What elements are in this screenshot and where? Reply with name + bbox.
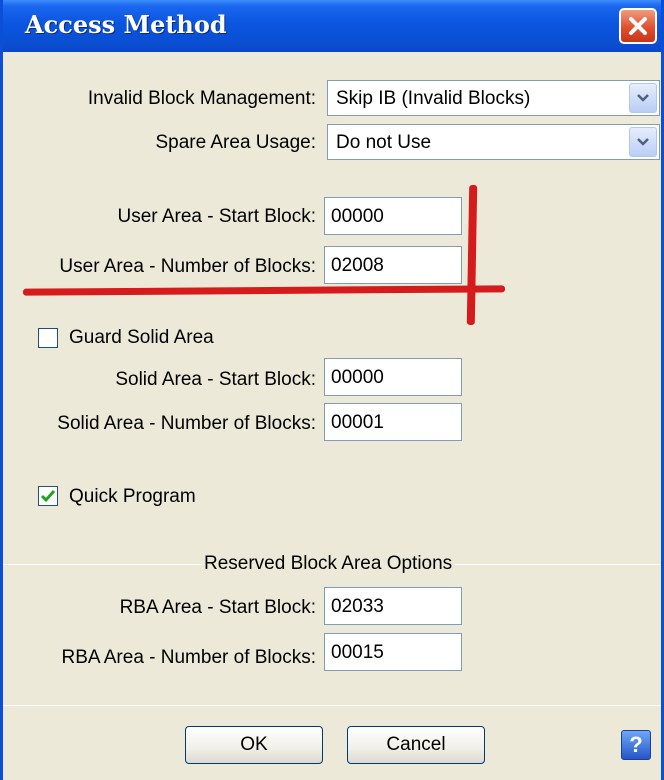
window-title: Access Method bbox=[25, 10, 227, 39]
rba-start-input[interactable]: 02033 bbox=[324, 587, 462, 625]
ok-button[interactable]: OK bbox=[185, 726, 323, 764]
user-area-count-value: 02008 bbox=[331, 255, 384, 276]
rba-count-label: RBA Area - Number of Blocks: bbox=[61, 647, 317, 668]
user-area-count-label: User Area - Number of Blocks: bbox=[59, 256, 316, 277]
solid-area-start-value: 00000 bbox=[331, 367, 384, 388]
spare-area-dropdown-button[interactable] bbox=[629, 127, 657, 157]
rba-group-title: Reserved Block Area Options bbox=[202, 553, 455, 575]
spare-area-value: Do not Use bbox=[336, 132, 432, 153]
spare-area-label: Spare Area Usage: bbox=[155, 132, 316, 153]
invalid-block-select[interactable]: Skip IB (Invalid Blocks) bbox=[327, 80, 660, 116]
chevron-down-icon bbox=[637, 94, 649, 102]
quick-program-label: Quick Program bbox=[69, 486, 196, 507]
user-area-count-input[interactable]: 02008 bbox=[324, 246, 462, 284]
close-button[interactable] bbox=[619, 8, 657, 44]
title-bar: Access Method bbox=[3, 0, 661, 52]
help-button[interactable]: ? bbox=[621, 730, 651, 760]
quick-program-checkbox[interactable] bbox=[38, 486, 58, 506]
solid-area-count-label: Solid Area - Number of Blocks: bbox=[57, 413, 316, 434]
access-method-dialog: Access Method Invalid Block Management: … bbox=[0, 0, 664, 780]
close-icon bbox=[629, 17, 647, 35]
guard-solid-area-checkbox[interactable] bbox=[38, 328, 58, 348]
solid-area-start-label: Solid Area - Start Block: bbox=[115, 369, 316, 390]
annotation-horizontal-line bbox=[22, 285, 506, 296]
chevron-down-icon bbox=[637, 138, 649, 146]
user-area-start-input[interactable]: 00000 bbox=[324, 197, 462, 235]
solid-area-start-input[interactable]: 00000 bbox=[324, 358, 462, 396]
solid-area-count-input[interactable]: 00001 bbox=[324, 403, 462, 441]
bottom-divider bbox=[3, 705, 661, 706]
user-area-start-value: 00000 bbox=[331, 206, 384, 227]
rba-start-label: RBA Area - Start Block: bbox=[119, 597, 316, 618]
rba-start-value: 02033 bbox=[331, 596, 384, 617]
invalid-block-label: Invalid Block Management: bbox=[87, 88, 316, 109]
cancel-button[interactable]: Cancel bbox=[347, 726, 485, 764]
guard-solid-area-label: Guard Solid Area bbox=[69, 327, 214, 348]
checkmark-icon bbox=[40, 490, 56, 503]
help-icon: ? bbox=[629, 732, 643, 757]
user-area-start-label: User Area - Start Block: bbox=[117, 206, 316, 227]
rba-count-value: 00015 bbox=[331, 642, 384, 663]
solid-area-count-value: 00001 bbox=[331, 412, 384, 433]
invalid-block-value: Skip IB (Invalid Blocks) bbox=[336, 88, 531, 109]
rba-count-input[interactable]: 00015 bbox=[324, 633, 462, 671]
annotation-vertical-line bbox=[466, 184, 478, 326]
spare-area-select[interactable]: Do not Use bbox=[327, 124, 660, 160]
invalid-block-dropdown-button[interactable] bbox=[629, 83, 657, 113]
